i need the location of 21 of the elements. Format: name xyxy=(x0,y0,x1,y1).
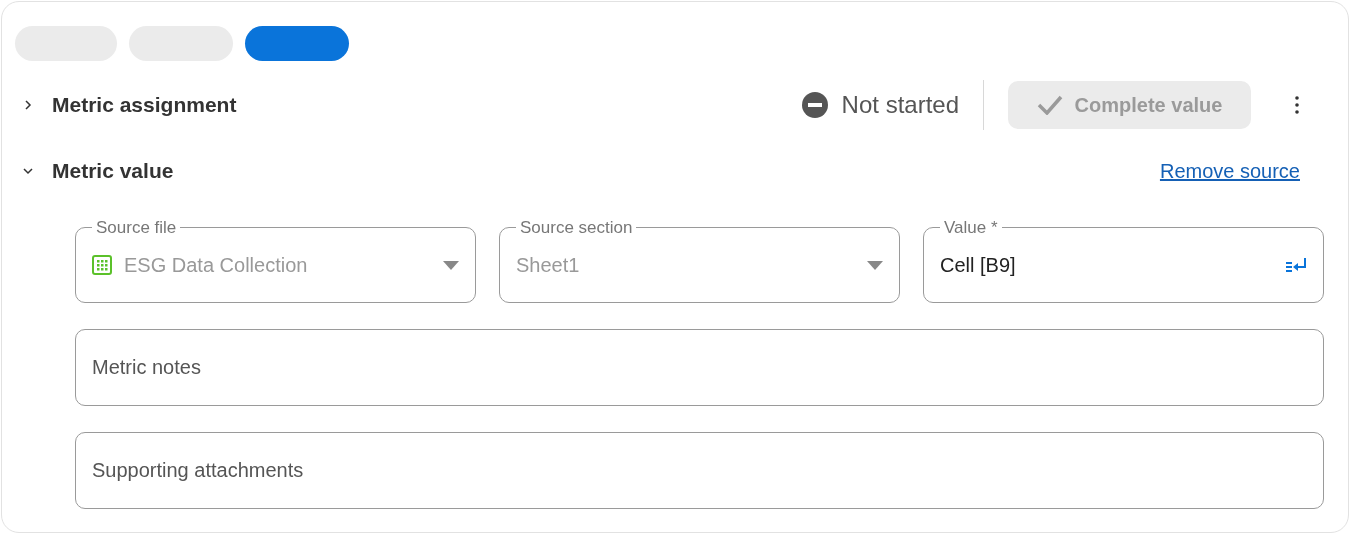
checkmark-icon xyxy=(1036,95,1063,115)
insert-reference-icon[interactable] xyxy=(1285,257,1307,273)
section-title[interactable]: Metric assignment xyxy=(52,89,237,121)
field-value: Cell [B9] xyxy=(940,253,1017,278)
field-label: Source section xyxy=(519,219,634,236)
field-value: ESG Data Collection xyxy=(124,253,309,278)
section-title[interactable]: Metric value xyxy=(52,155,174,187)
chevron-right-icon[interactable] xyxy=(22,99,34,111)
status-text: Not started xyxy=(841,90,959,120)
input-field[interactable]: Value * Cell [B9] xyxy=(923,219,1324,303)
pill-tab[interactable] xyxy=(245,26,349,61)
dropdown-arrow-icon[interactable] xyxy=(443,260,459,270)
more-options-icon[interactable] xyxy=(1294,95,1300,115)
text-field[interactable]: Supporting attachments xyxy=(75,432,1324,509)
field-value: Sheet1 xyxy=(516,253,581,278)
remove-source-link[interactable]: Remove source xyxy=(1159,156,1300,186)
chevron-down-icon[interactable] xyxy=(22,165,34,177)
field-label: Value * xyxy=(943,219,999,236)
field-label: Source file xyxy=(95,219,178,236)
minus-circle-icon xyxy=(801,92,828,118)
text-field[interactable]: Metric notes xyxy=(75,329,1324,406)
